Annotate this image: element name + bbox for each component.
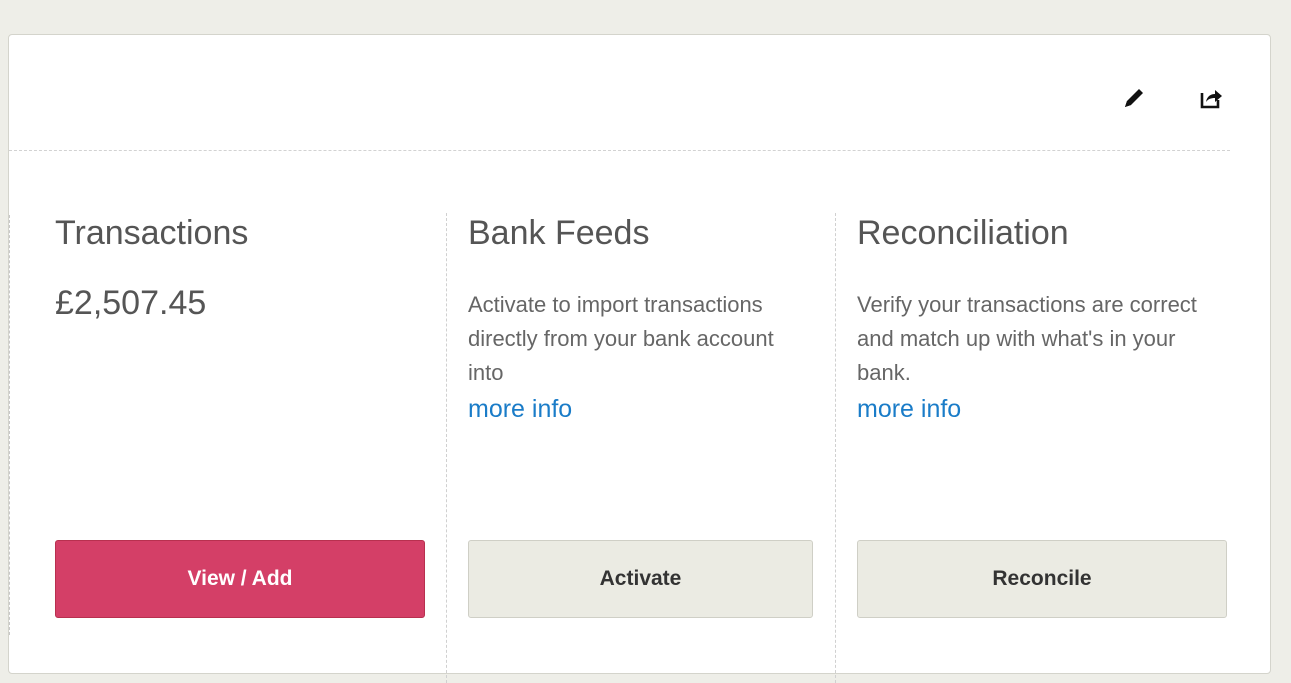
bank-overview-card: Transactions £2,507.45 View / Add Bank F… <box>8 34 1271 683</box>
pencil-icon <box>1125 89 1143 107</box>
bank-feeds-panel: Bank Feeds Activate to import transactio… <box>468 210 818 670</box>
reconciliation-description-text: Verify your transactions are correct and… <box>857 292 1197 385</box>
reconciliation-description: Verify your transactions are correct and… <box>857 288 1202 428</box>
reconciliation-panel: Reconciliation Verify your transactions … <box>857 210 1227 670</box>
share-icon <box>1200 90 1222 109</box>
view-add-button[interactable]: View / Add <box>55 540 425 618</box>
card-header <box>9 35 1230 151</box>
bank-feeds-description: Activate to import transactions directly… <box>468 288 813 428</box>
transactions-amount: £2,507.45 <box>55 284 207 322</box>
edit-button[interactable] <box>1119 83 1149 113</box>
activate-button[interactable]: Activate <box>468 540 813 618</box>
panel-edge-divider <box>9 215 13 635</box>
column-divider <box>446 213 447 683</box>
reconcile-button[interactable]: Reconcile <box>857 540 1227 618</box>
column-divider <box>835 213 836 683</box>
bank-feeds-description-text: Activate to import transactions directly… <box>468 292 774 385</box>
bank-feeds-title: Bank Feeds <box>468 214 650 252</box>
transactions-title: Transactions <box>55 214 249 252</box>
reconciliation-more-info-link[interactable]: more info <box>857 390 1202 428</box>
transactions-panel: Transactions £2,507.45 View / Add <box>55 210 427 670</box>
reconciliation-title: Reconciliation <box>857 214 1069 252</box>
bank-feeds-more-info-link[interactable]: more info <box>468 390 813 428</box>
share-button[interactable] <box>1196 83 1226 113</box>
